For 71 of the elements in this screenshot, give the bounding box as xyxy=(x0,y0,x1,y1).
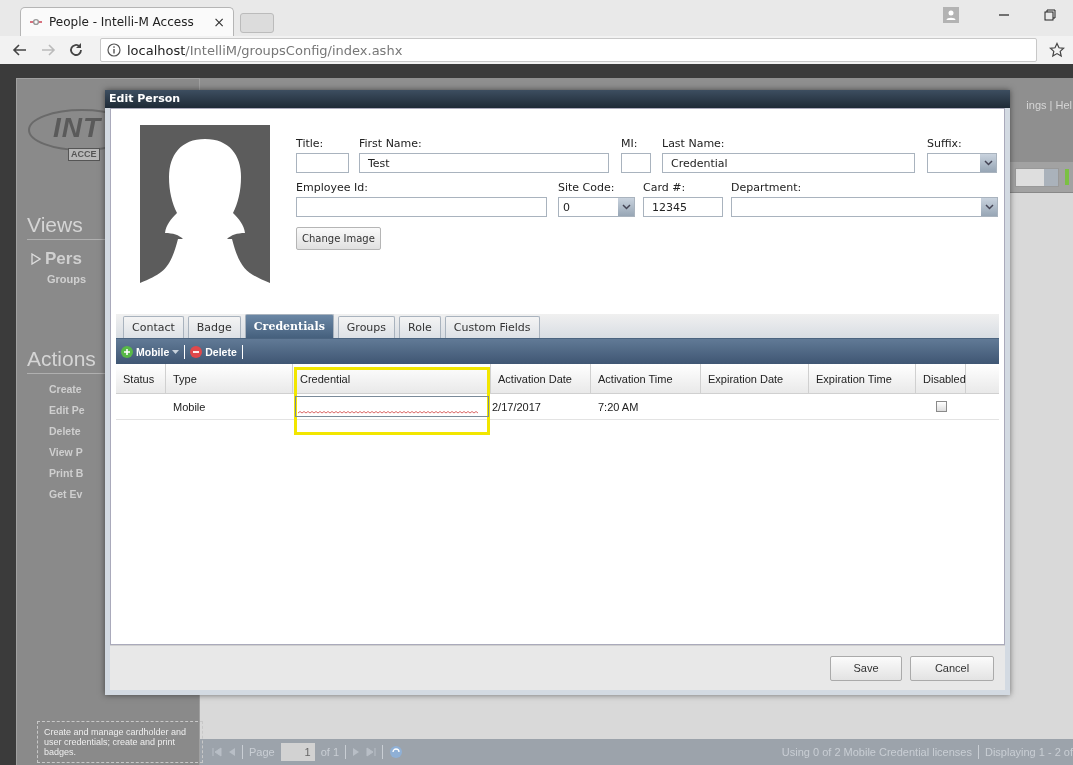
spellcheck-underline-icon xyxy=(298,411,478,414)
last-page-icon[interactable] xyxy=(366,747,377,757)
column-header[interactable]: Expiration Date xyxy=(701,364,809,393)
logo-badge: ACCE xyxy=(68,148,100,161)
checkbox[interactable] xyxy=(935,401,947,412)
table-cell-text: Mobile xyxy=(172,399,207,415)
tab[interactable]: Groups xyxy=(337,316,396,338)
refresh-icon[interactable] xyxy=(389,745,404,759)
status-bar-icon xyxy=(1065,169,1069,185)
toolbar-button[interactable]: Mobile xyxy=(121,345,180,358)
close-tab-button[interactable]: × xyxy=(213,14,225,30)
field-label: Title: xyxy=(296,137,325,150)
add-icon xyxy=(121,345,133,358)
field-label: Employee Id: xyxy=(296,181,369,194)
tab[interactable]: Credentials xyxy=(244,314,334,338)
text-field[interactable] xyxy=(621,153,651,173)
table-cell-text: 2/17/2017 xyxy=(491,399,542,415)
info-icon xyxy=(107,43,121,57)
text-field[interactable]: Test xyxy=(359,153,609,173)
dropdown-field[interactable] xyxy=(731,197,998,217)
column-header[interactable]: Activation Date xyxy=(491,364,591,393)
tab-title: People - Intelli-M Access xyxy=(49,15,195,29)
column-header[interactable]: Expiration Time xyxy=(809,364,916,393)
triangle-icon xyxy=(31,253,41,265)
field-label: Card #: xyxy=(643,181,687,194)
dialog-button[interactable]: Save xyxy=(830,655,902,681)
dialog-button[interactable]: Cancel xyxy=(910,655,994,681)
back-icon[interactable] xyxy=(12,42,28,58)
text-field[interactable] xyxy=(296,153,349,173)
new-tab-button[interactable] xyxy=(240,13,274,33)
field-label: Site Code: xyxy=(558,181,616,194)
column-header[interactable]: Type xyxy=(166,364,293,393)
address-bar[interactable]: localhost/IntelliM/groupsConfig/index.ashx xyxy=(100,38,1037,62)
bookmark-star-icon[interactable] xyxy=(1049,42,1065,58)
tab[interactable]: Custom Fields xyxy=(444,316,540,338)
column-header[interactable]: Activation Time xyxy=(591,364,701,393)
column-header[interactable]: Status xyxy=(116,364,166,393)
browser-tab[interactable]: People - Intelli-M Access × xyxy=(20,7,234,36)
credential-input-field[interactable] xyxy=(295,396,489,417)
field-label: First Name: xyxy=(359,137,423,150)
change-image-button[interactable]: Change Image xyxy=(296,227,381,250)
forward-icon[interactable] xyxy=(40,42,56,58)
field-label: MI: xyxy=(621,137,639,150)
account-icon[interactable] xyxy=(943,7,959,23)
link-icon xyxy=(29,17,43,27)
field-label: Department: xyxy=(731,181,803,194)
column-header[interactable]: Credential xyxy=(293,364,491,393)
column-header[interactable]: Disabled xyxy=(916,364,966,393)
dropdown-field[interactable] xyxy=(1015,167,1059,187)
tab[interactable]: Role xyxy=(399,316,441,338)
first-page-icon[interactable] xyxy=(212,747,222,757)
remove-icon xyxy=(190,345,203,358)
page-field[interactable]: 1 xyxy=(280,743,315,761)
table-cell-text: 7:20 AM xyxy=(597,399,640,415)
reload-icon[interactable] xyxy=(68,42,84,58)
text-field[interactable]: Credential xyxy=(662,153,915,173)
dropdown-field[interactable]: 0 xyxy=(558,197,635,217)
previous-page-icon[interactable] xyxy=(228,747,236,757)
text-field[interactable]: 12345 xyxy=(643,197,723,217)
dropdown-field[interactable] xyxy=(927,153,997,173)
field-label: Last Name: xyxy=(662,137,726,150)
next-page-icon[interactable] xyxy=(352,747,361,757)
text-field[interactable] xyxy=(296,197,547,217)
field-label: Suffix: xyxy=(927,137,963,150)
caret-icon xyxy=(172,349,180,354)
avatar-silhouette-icon xyxy=(140,125,270,283)
dialog-title-bar: Edit Person xyxy=(105,90,1010,108)
tab[interactable]: Badge xyxy=(187,316,241,338)
url-text: localhost/IntelliM/groupsConfig/index.ashx xyxy=(127,42,403,58)
restore-icon[interactable] xyxy=(1044,9,1056,21)
tab[interactable]: Contact xyxy=(123,316,184,338)
